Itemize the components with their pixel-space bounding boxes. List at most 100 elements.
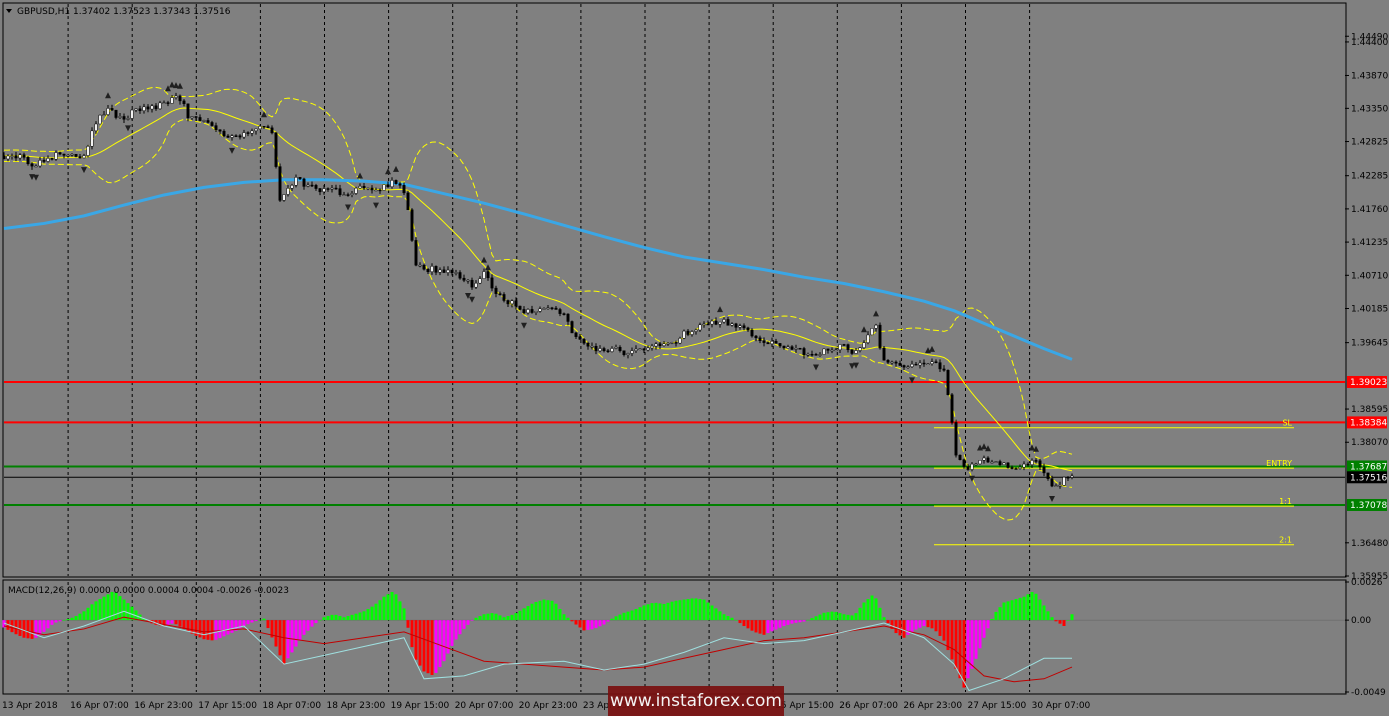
macd-histogram-bar (166, 620, 170, 625)
candle-body (422, 264, 426, 270)
candle-body (454, 272, 458, 274)
candle-body (338, 188, 342, 195)
candle-body (722, 319, 726, 323)
macd-histogram-bar (1014, 599, 1018, 621)
candle-body (758, 337, 762, 341)
candle-body (58, 152, 62, 155)
macd-histogram-bar (1030, 591, 1034, 621)
y-tick-label: 1.41760 (1351, 205, 1388, 215)
candle-body (1002, 462, 1006, 465)
candle-body (606, 350, 610, 352)
candle-body (950, 394, 954, 423)
candle-body (1062, 476, 1066, 486)
candle-body (490, 277, 494, 289)
x-tick-label: 20 Apr 23:00 (519, 701, 578, 711)
candle-body (610, 348, 614, 352)
candle-body (862, 342, 866, 348)
candle-body (794, 348, 798, 350)
macd-histogram-bar (738, 620, 742, 624)
candle-body (886, 359, 890, 363)
candle-body (186, 103, 190, 119)
macd-histogram-bar (870, 595, 874, 621)
macd-histogram-bar (102, 596, 106, 621)
macd-histogram-bar (450, 620, 454, 646)
candle-body (162, 102, 166, 104)
candle-body (806, 354, 810, 356)
macd-histogram-bar (254, 620, 258, 622)
candle-body (182, 100, 186, 105)
candle-body (926, 363, 930, 366)
macd-histogram-bar (866, 599, 870, 621)
price-tag-label: 1.37687 (1350, 462, 1387, 472)
candle-body (646, 347, 650, 351)
candle-body (562, 313, 566, 315)
candle-body (330, 187, 334, 190)
candle-body (938, 362, 942, 370)
candle-body (82, 155, 86, 159)
macd-histogram-bar (562, 614, 566, 621)
candle-body (382, 184, 386, 191)
macd-histogram-bar (1010, 600, 1014, 621)
candle-body (414, 240, 418, 266)
candle-body (594, 345, 598, 352)
y-tick-label: 1.42285 (1351, 172, 1388, 182)
fractal-down-icon (125, 125, 131, 132)
fractal-up-icon (105, 92, 111, 99)
macd-histogram-bar (766, 620, 770, 634)
macd-histogram-bar (302, 620, 306, 635)
candle-body (906, 366, 910, 368)
candle-body (694, 329, 698, 332)
fractal-up-icon (385, 168, 391, 175)
candle-body (378, 189, 382, 192)
price-tag-label: 1.39023 (1350, 378, 1387, 388)
macd-histogram-bar (898, 620, 902, 636)
macd-histogram-bar (862, 602, 866, 621)
candle-body (586, 342, 590, 347)
fractal-down-icon (853, 362, 859, 369)
fractal-down-icon (969, 475, 975, 482)
candle-body (550, 307, 554, 310)
candle-body (474, 282, 478, 288)
macd-histogram-bar (710, 605, 714, 621)
macd-histogram-bar (990, 618, 994, 621)
candle-body (126, 118, 130, 120)
macd-histogram-bar (722, 614, 726, 621)
candle-body (526, 309, 530, 314)
macd-histogram-bar (294, 620, 298, 647)
candle-body (238, 135, 242, 138)
macd-histogram-bar (750, 620, 754, 631)
macd-histogram-bar (326, 616, 330, 621)
candle-body (274, 132, 278, 167)
y-tick-label: 1.39645 (1351, 339, 1388, 349)
macd-histogram-bar (390, 591, 394, 621)
macd-histogram-bar (610, 618, 614, 621)
candle-body (14, 155, 18, 159)
macd-histogram-bar (282, 620, 286, 665)
macd-histogram-bar (114, 592, 118, 621)
macd-histogram-bar (290, 620, 294, 653)
candle-body (682, 330, 686, 339)
candle-body (390, 180, 394, 188)
macd-histogram-bar (466, 620, 470, 625)
macd-histogram-bar (502, 617, 506, 621)
macd-histogram-bar (246, 620, 250, 625)
candle-body (250, 130, 254, 134)
macd-histogram-bar (62, 620, 66, 621)
candle-body (202, 120, 206, 122)
chart-menu-arrow-icon[interactable] (6, 9, 12, 13)
macd-histogram-bar (518, 610, 522, 621)
candle-body (914, 363, 918, 366)
macd-histogram-bar (674, 600, 678, 621)
macd-histogram-bar (530, 603, 534, 621)
candle-body (698, 324, 702, 331)
macd-histogram-bar (426, 620, 430, 674)
y-tick-label: 1.38070 (1351, 438, 1388, 448)
zone-label: SL (1282, 419, 1292, 428)
macd-histogram-bar (658, 603, 662, 621)
candle-body (678, 338, 682, 344)
candles (2, 92, 1074, 489)
candle-body (890, 361, 894, 364)
candle-body (810, 354, 814, 356)
candle-body (966, 466, 970, 470)
macd-histogram-bar (778, 620, 782, 628)
